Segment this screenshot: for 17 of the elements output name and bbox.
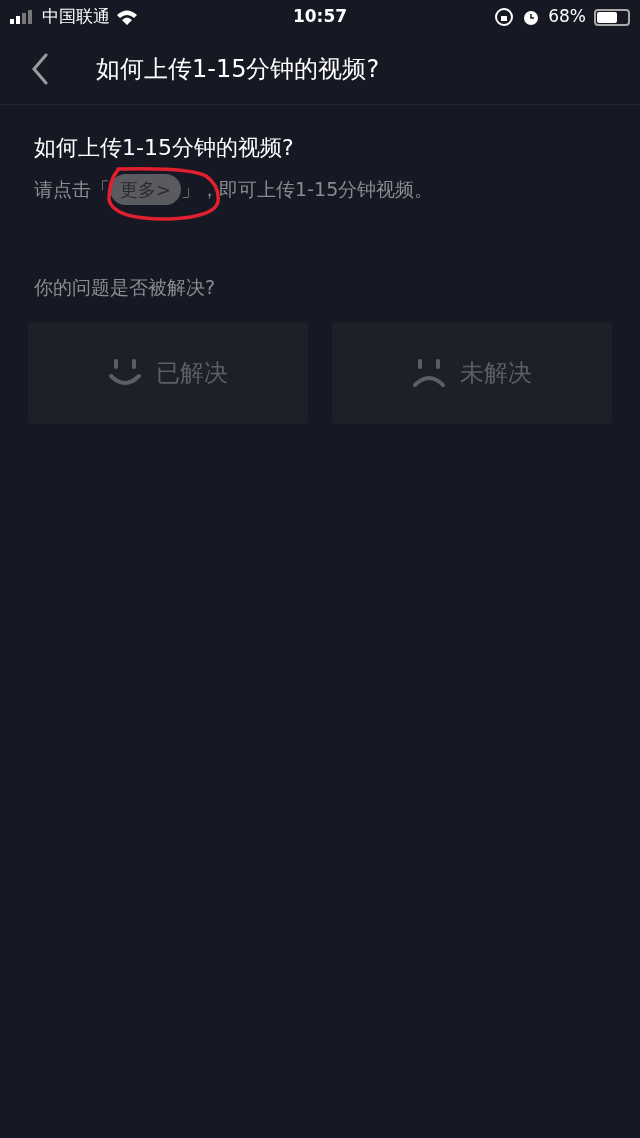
instruction-text: 」，即可上传1-15分钟视频。 <box>181 177 434 203</box>
smile-icon <box>108 357 142 388</box>
carrier-name: 中国联通 <box>42 5 110 29</box>
feedback-button[interactable]: 未解决 <box>332 321 612 424</box>
feedback-button[interactable]: 已解决 <box>28 321 308 424</box>
frown-icon <box>412 357 446 388</box>
back-icon <box>31 53 49 85</box>
battery-percentage: 68% <box>548 5 586 29</box>
battery-icon <box>594 8 630 26</box>
feedback-question: 你的问题是否被解决? <box>34 275 217 300</box>
clock-time: 10:57 <box>292 5 348 29</box>
wifi-icon <box>116 9 138 25</box>
page-title: 如何上传1-15分钟的视频? <box>96 54 380 85</box>
article-title: 如何上传1-15分钟的视频? <box>34 134 295 162</box>
alarm-icon <box>522 8 541 26</box>
instruction-text: 请点击「 <box>34 177 110 203</box>
rotation-lock-icon <box>494 7 515 27</box>
